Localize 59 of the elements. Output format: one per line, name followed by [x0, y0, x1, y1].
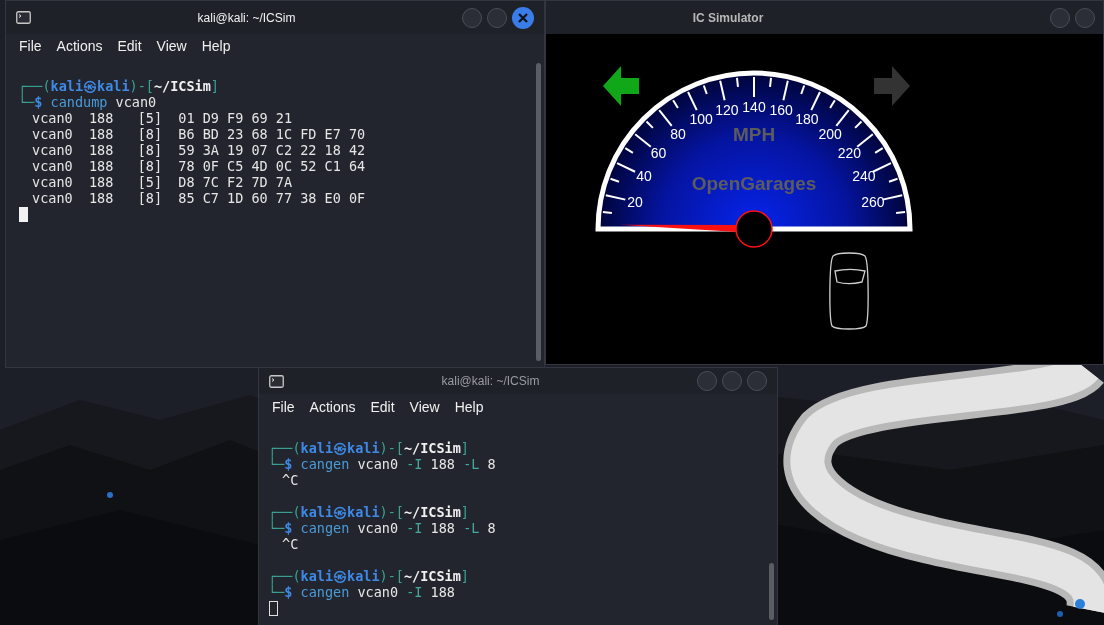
scrollbar-thumb[interactable]: [769, 563, 774, 620]
maximize-button[interactable]: [487, 7, 507, 28]
text-cursor: [19, 206, 28, 222]
speed-label: 240: [852, 168, 876, 185]
scrollbar-thumb[interactable]: [536, 63, 541, 361]
speed-label: 20: [627, 193, 643, 210]
minimize-button[interactable]: [462, 7, 482, 28]
menu-item[interactable]: File: [19, 36, 42, 57]
speed-label: 40: [636, 168, 652, 185]
output-line: vcan0 188 [5] D8 7C F2 7D 7A: [32, 174, 293, 190]
menu-item[interactable]: Edit: [370, 397, 395, 418]
menu-item[interactable]: Actions: [309, 397, 356, 418]
output-line: vcan0 188 [5] 01 D9 F9 69 21: [32, 110, 293, 126]
output-line: vcan0 188 [8] 78 0F C5 4D 0C 52 C1 64: [32, 158, 366, 174]
window-title: kali@kali: ~/ICSim: [441, 373, 540, 390]
close-icon: [518, 12, 528, 23]
menu-item[interactable]: View: [156, 36, 187, 57]
minimize-button[interactable]: [697, 371, 717, 391]
speed-label: 100: [689, 111, 713, 128]
unit-label: MPH: [732, 124, 776, 145]
prompt-line: ┌──(kali㉿kali)-[~/ICSim]: [18, 78, 219, 94]
output-line: vcan0 188 [8] 59 3A 19 07 C2 22 18 42: [32, 142, 366, 158]
speed-label: 200: [818, 125, 842, 142]
menu-item[interactable]: File: [272, 397, 295, 418]
menu-item[interactable]: Actions: [56, 36, 103, 57]
output-line: ^C: [282, 472, 299, 488]
prompt-line: ┌──(kali㉿kali)-[~/ICSim]: [268, 568, 469, 584]
window-title: kali@kali: ~/ICSim: [197, 9, 296, 27]
speed-label: 220: [837, 144, 862, 161]
close-button[interactable]: [512, 6, 534, 29]
terminal-icon: [16, 11, 31, 24]
menu-item[interactable]: Edit: [117, 36, 142, 57]
window-title: IC Simulator: [692, 9, 764, 27]
speed-label: 160: [769, 102, 793, 119]
command-line: └─$ cangen vcan0 -I 188: [268, 584, 455, 600]
speed-label: 180: [795, 111, 819, 128]
output-line: vcan0 188 [8] B6 BD 23 68 1C FD E7 70: [32, 126, 366, 142]
maximize-button[interactable]: [1075, 7, 1095, 28]
prompt-line: ┌──(kali㉿kali)-[~/ICSim]: [268, 440, 469, 456]
speed-label: 140: [742, 99, 766, 115]
minimize-button[interactable]: [1050, 7, 1070, 28]
terminal-icon: [269, 374, 284, 388]
text-cursor: [269, 600, 278, 616]
speed-label: 80: [670, 125, 686, 142]
speed-label: 120: [715, 102, 739, 119]
prompt-line: ┌──(kali㉿kali)-[~/ICSim]: [268, 504, 469, 520]
command-line: └─$ cangen vcan0 -I 188 -L 8: [268, 520, 496, 536]
brand-label: OpenGarages: [691, 173, 817, 194]
speed-label: 60: [650, 144, 667, 161]
speed-label: 260: [861, 193, 885, 210]
output-line: vcan0 188 [8] 85 C7 1D 60 77 38 E0 0F: [32, 190, 366, 206]
menu-item[interactable]: View: [409, 397, 440, 418]
command-line: └─$ cangen vcan0 -I 188 -L 8: [268, 456, 496, 472]
maximize-button[interactable]: [722, 371, 742, 391]
menu-item[interactable]: Help: [201, 36, 231, 57]
output-line: ^C: [282, 536, 299, 552]
menu-item[interactable]: Help: [454, 397, 484, 418]
car-icon: [829, 252, 869, 330]
command-line: └─$ candump vcan0: [18, 94, 157, 110]
